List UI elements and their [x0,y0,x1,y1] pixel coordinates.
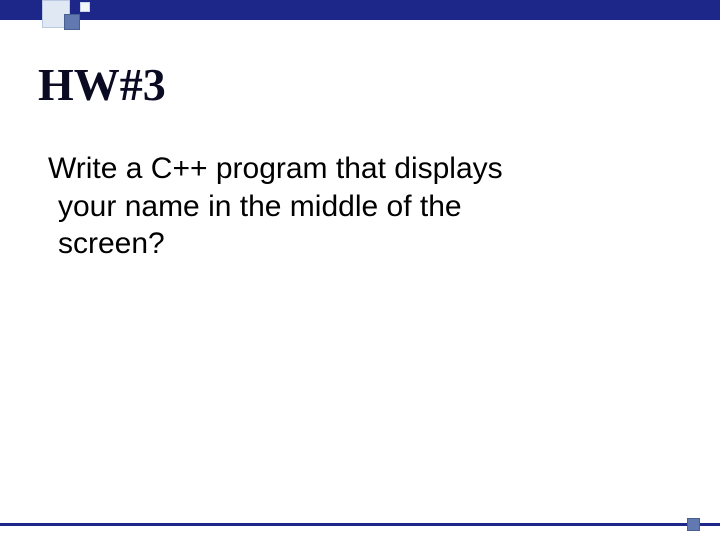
square-icon [80,2,90,12]
body-line: Write a C++ program that displays [48,152,503,185]
square-icon [687,518,700,531]
top-accent-bar [0,0,720,20]
body-line: your name in the middle of the [48,188,650,226]
bottom-accent-line [0,523,720,526]
slide-body: Write a C++ program that displays your n… [48,150,650,263]
corner-decoration [42,0,98,40]
body-line: screen? [48,225,650,263]
slide-title: HW#3 [38,58,166,111]
square-icon [64,14,80,30]
